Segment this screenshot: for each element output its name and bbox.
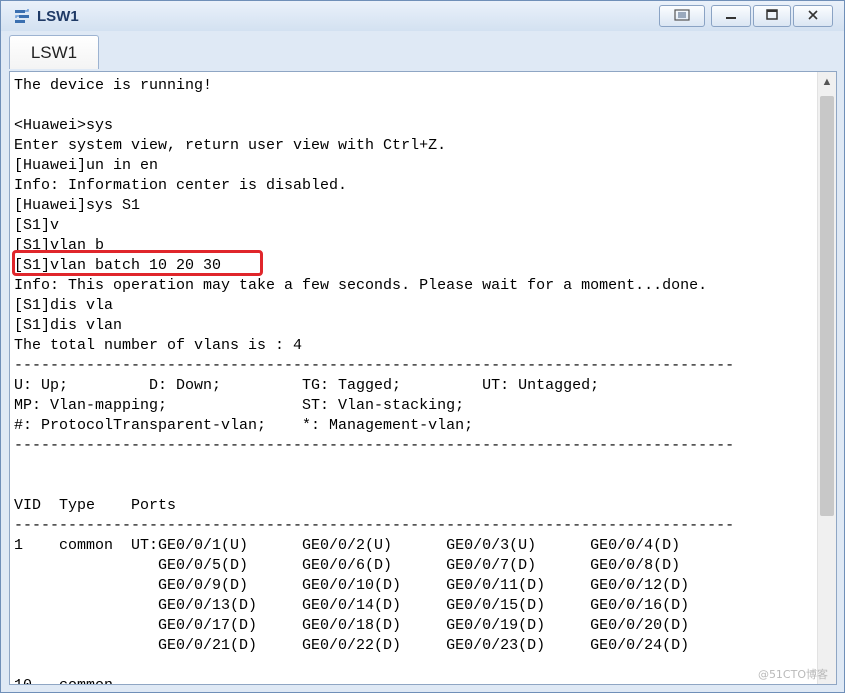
console-line: Info: This operation may take a few seco… (14, 277, 708, 294)
scrollbar-thumb[interactable] (820, 96, 834, 516)
console-line: The total number of vlans is : 4 (14, 337, 303, 354)
console-line: 10 common (14, 676, 814, 684)
console-line: <Huawei>sys (14, 117, 114, 134)
restore-button[interactable] (659, 5, 705, 27)
tab-label: LSW1 (30, 42, 78, 62)
console-line: GE0/0/5(D) GE0/0/6(D) GE0/0/7(D) GE0/0/8… (14, 557, 681, 574)
restore-icon (672, 8, 692, 25)
console-text: The device is running! <Huawei>sys Enter s… (14, 76, 814, 684)
switch-icon (13, 7, 31, 25)
console-line: MP: Vlan-mapping; ST: Vlan-stacking; (14, 397, 465, 414)
console-line: VID Type Ports (14, 497, 177, 514)
console-line: GE0/0/21(D) GE0/0/22(D) GE0/0/23(D) GE0/… (14, 637, 690, 654)
maximize-button[interactable] (753, 5, 791, 27)
close-button[interactable] (793, 5, 833, 27)
scroll-up-button[interactable]: ▲ (818, 72, 836, 92)
minimize-icon (724, 8, 738, 25)
tab-lsw1[interactable]: LSW1 (9, 35, 99, 69)
watermark: @51CTO博客 (757, 668, 828, 681)
console-line: The device is running! (14, 77, 213, 94)
console-line: ----------------------------------------… (14, 437, 735, 454)
console-line: [Huawei]sys S1 (14, 197, 141, 214)
console-line: Enter system view, return user view with… (14, 137, 447, 154)
console-line: [Huawei]un in en (14, 157, 159, 174)
console-line: 1 common UT:GE0/0/1(U) GE0/0/2(U) GE0/0/… (14, 537, 681, 554)
console-line: Info: Information center is disabled. (14, 177, 348, 194)
maximize-icon (765, 8, 779, 25)
console-line: #: ProtocolTransparent-vlan; *: Manageme… (14, 417, 474, 434)
console-line: [S1]dis vlan (14, 317, 123, 334)
console-line: U: Up; D: Down; TG: Tagged; UT: Untagged… (14, 377, 600, 394)
console-output[interactable]: The device is running! <Huawei>sys Enter s… (9, 71, 837, 685)
minimize-button[interactable] (711, 5, 751, 27)
close-icon (806, 8, 820, 25)
console-line: [S1]v (14, 217, 60, 234)
console-line: [S1]dis vla (14, 297, 114, 314)
title-bar[interactable]: LSW1 (1, 1, 844, 31)
console-line: GE0/0/17(D) GE0/0/18(D) GE0/0/19(D) GE0/… (14, 617, 690, 634)
console-line: GE0/0/9(D) GE0/0/10(D) GE0/0/11(D) GE0/0… (14, 577, 690, 594)
terminal-window: LSW1 LSW1 The device is running! <Huawei… (0, 0, 845, 693)
console-line: ----------------------------------------… (14, 517, 735, 534)
window-title: LSW1 (37, 8, 79, 25)
console-line: ----------------------------------------… (14, 357, 735, 374)
chevron-up-icon: ▲ (821, 76, 833, 88)
console-line: GE0/0/13(D) GE0/0/14(D) GE0/0/15(D) GE0/… (14, 597, 690, 614)
highlight-box (12, 250, 263, 276)
tab-strip: LSW1 (1, 31, 844, 69)
vertical-scrollbar[interactable]: ▲ (817, 72, 836, 684)
